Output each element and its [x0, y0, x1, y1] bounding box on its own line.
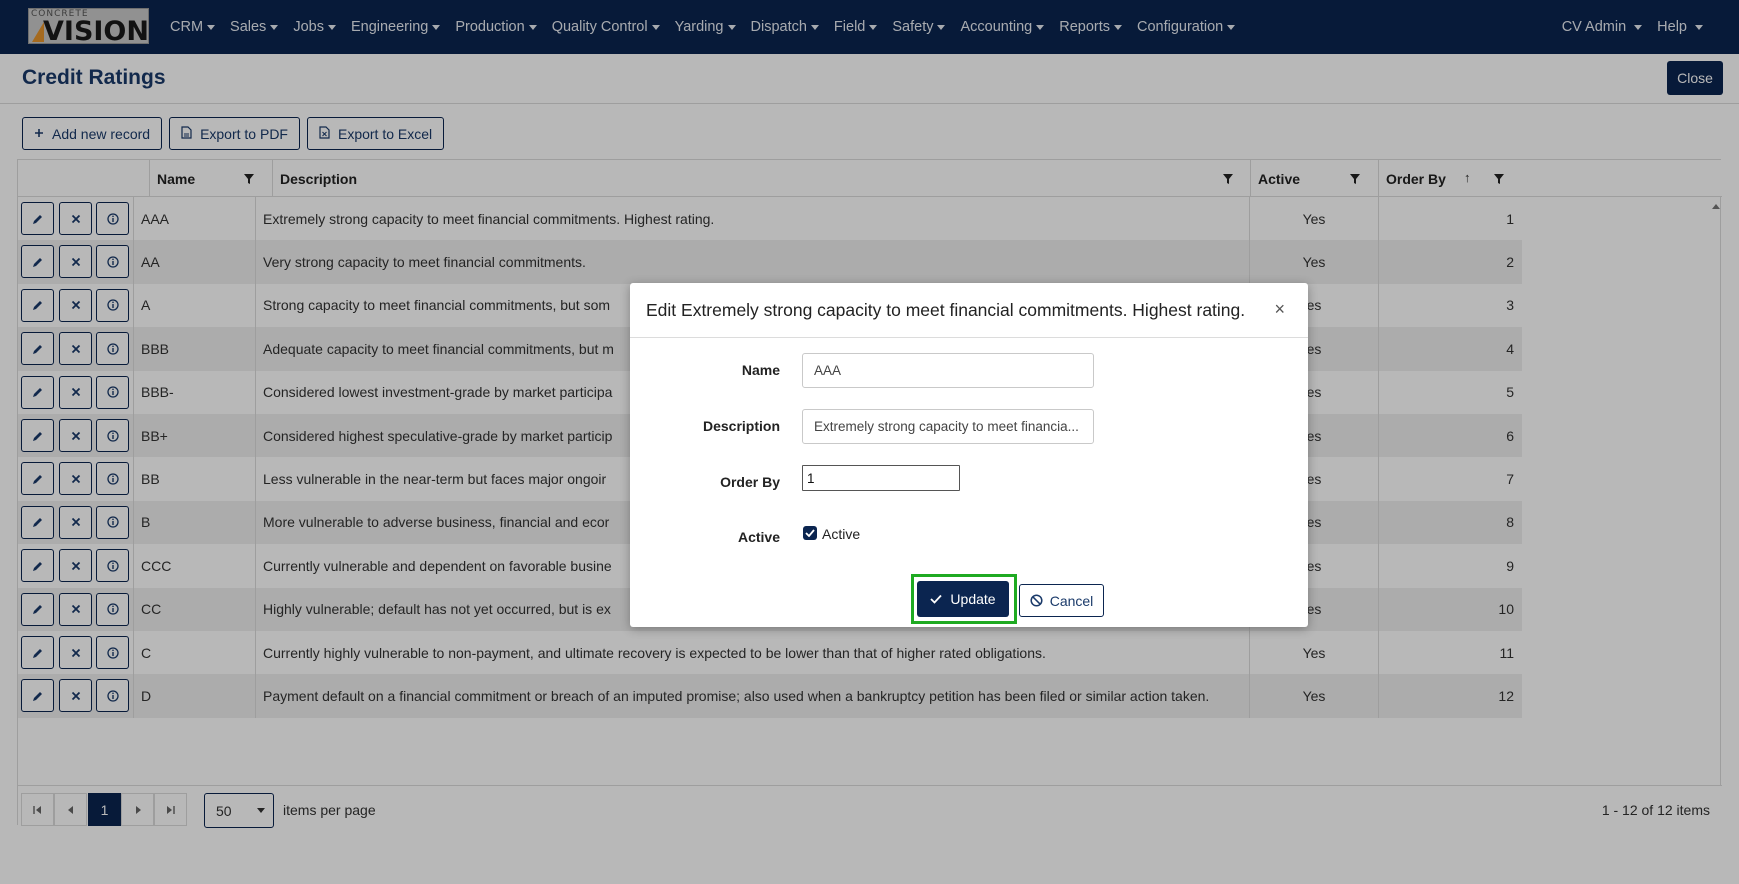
description-label: Description: [702, 418, 780, 434]
edit-record-dialog: Edit Extremely strong capacity to meet f…: [630, 283, 1308, 627]
active-label: Active: [737, 529, 780, 545]
close-icon[interactable]: ×: [1274, 299, 1285, 320]
active-checkbox[interactable]: [803, 526, 817, 540]
active-checkbox-label[interactable]: Active: [822, 526, 860, 542]
cancel-icon: [1030, 594, 1043, 607]
order-by-field[interactable]: 1: [802, 465, 960, 491]
dialog-title: Edit Extremely strong capacity to meet f…: [646, 300, 1246, 320]
checkmark-icon: [805, 529, 815, 537]
name-label: Name: [741, 362, 780, 378]
update-button[interactable]: Update: [917, 581, 1009, 617]
order-by-label: Order By: [720, 474, 780, 490]
dialog-header: Edit Extremely strong capacity to meet f…: [630, 283, 1308, 338]
cancel-button[interactable]: Cancel: [1019, 584, 1104, 617]
description-field[interactable]: Extremely strong capacity to meet financ…: [802, 409, 1094, 444]
name-field[interactable]: AAA: [802, 353, 1094, 388]
check-icon: [930, 594, 943, 604]
